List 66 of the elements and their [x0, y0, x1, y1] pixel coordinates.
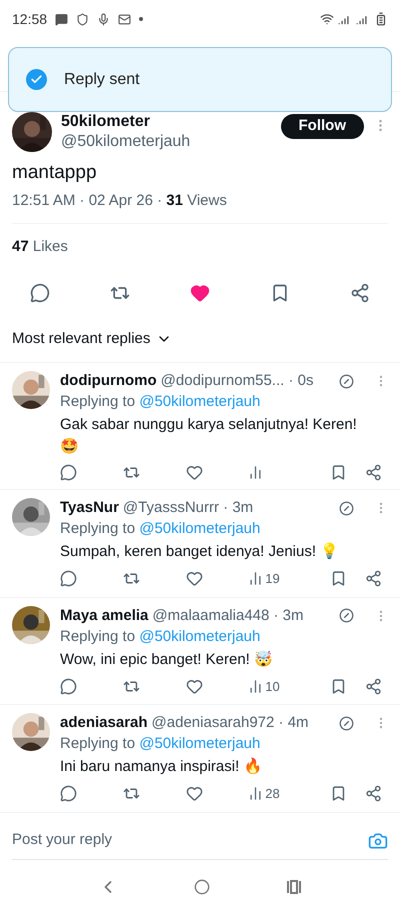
reply-button[interactable]: [30, 283, 50, 303]
reply-text: Gak sabar nunggu karya selanjutnya! Keren! 🤩: [60, 415, 358, 457]
author-handle: @50kilometerjauh: [61, 132, 192, 152]
reply-button[interactable]: [60, 570, 77, 588]
bookmark-button[interactable]: [330, 785, 347, 802]
microphone-icon: [97, 12, 110, 26]
slashed-circle-icon[interactable]: [339, 608, 354, 623]
reply-handle: @dodipurnom55... · 0s: [160, 371, 314, 391]
like-button[interactable]: [186, 678, 202, 695]
slashed-circle-icon[interactable]: [339, 500, 354, 516]
post-text: mantappp: [12, 161, 98, 185]
share-button[interactable]: [365, 678, 382, 695]
check-icon: [26, 69, 47, 90]
camera-icon[interactable]: [368, 830, 388, 850]
replying-to: Replying to @50kilometerjauh: [60, 626, 262, 646]
chart-icon: [248, 571, 264, 586]
wifi-icon: [320, 12, 334, 26]
post-meta: 12:51 AM · 02 Apr 26 · 31 Views: [12, 190, 388, 224]
follow-button[interactable]: Follow: [280, 114, 364, 139]
reply-author: dodipurnomo: [60, 371, 157, 391]
like-button[interactable]: [186, 570, 202, 588]
recents-icon[interactable]: [286, 880, 302, 894]
toast-text: Reply sent: [64, 70, 140, 90]
share-button[interactable]: [350, 283, 370, 303]
replying-to: Replying to @50kilometerjauh: [60, 734, 262, 754]
share-button[interactable]: [365, 570, 382, 588]
reply-author: Maya amelia: [60, 606, 148, 626]
views-button[interactable]: 28: [248, 784, 284, 804]
reply-text: Sumpah, keren banget idenya! Jenius! 💡: [60, 542, 340, 562]
chat-icon: [55, 12, 68, 26]
bookmark-button[interactable]: [330, 464, 347, 481]
sort-dropdown[interactable]: Most relevant replies: [12, 316, 172, 362]
replying-to: Replying to @50kilometerjauh: [60, 392, 262, 412]
reply-author: adeniasarah: [60, 713, 148, 733]
views-button[interactable]: 10: [248, 676, 284, 696]
reply-button[interactable]: [60, 678, 77, 695]
reply-text: Wow, ini epic banget! Keren! 🤯: [60, 650, 274, 670]
likes-count: 47 Likes: [12, 236, 69, 256]
reply-button[interactable]: [60, 464, 77, 481]
reply-handle: @malaamalia448 · 3m: [152, 606, 304, 626]
home-icon[interactable]: [194, 879, 210, 895]
reply-handle: @TyasssNurrr · 3m: [122, 498, 254, 518]
reply-handle: @adeniasarah972 · 4m: [152, 713, 309, 733]
bookmark-button[interactable]: [330, 678, 347, 695]
reply-text: Ini baru namanya inspirasi! 🔥: [60, 756, 264, 777]
author-name: 50kilometer: [61, 112, 151, 132]
chart-icon: [248, 465, 264, 480]
slashed-circle-icon[interactable]: [339, 716, 354, 730]
chart-icon: [248, 678, 264, 694]
like-button[interactable]: [190, 283, 210, 303]
share-button[interactable]: [365, 464, 382, 481]
like-button[interactable]: [186, 785, 202, 802]
slashed-circle-icon[interactable]: [339, 374, 354, 388]
bookmark-button[interactable]: [330, 570, 347, 588]
battery-icon: [374, 12, 388, 26]
like-button[interactable]: [186, 464, 202, 481]
replying-to: Replying to @50kilometerjauh: [60, 519, 262, 539]
views-button[interactable]: 19: [248, 569, 284, 588]
reply-input[interactable]: Post your reply: [12, 829, 368, 852]
reply-button[interactable]: [60, 785, 77, 802]
share-button[interactable]: [365, 785, 382, 802]
shield-icon: [76, 12, 90, 26]
status-time: 12:58: [12, 10, 48, 28]
chart-icon: [248, 786, 264, 802]
reply-author: TyasNur: [60, 498, 119, 518]
mail-icon: [118, 12, 132, 26]
